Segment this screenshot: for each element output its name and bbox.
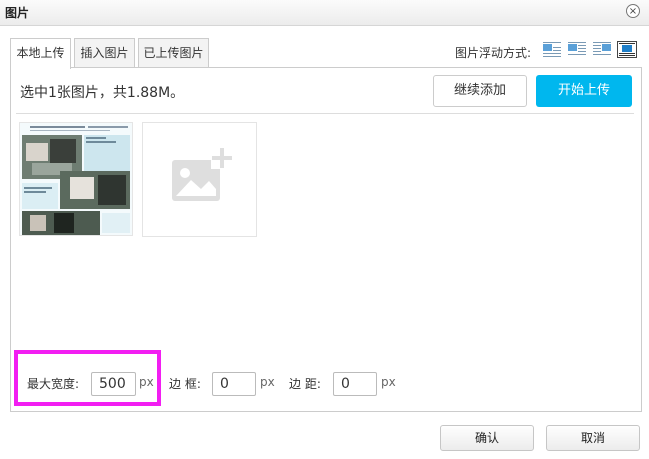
add-image-placeholder[interactable] bbox=[142, 122, 257, 237]
divider bbox=[16, 113, 634, 114]
border-unit: px bbox=[260, 375, 275, 389]
tab-local-upload[interactable]: 本地上传 bbox=[10, 38, 71, 69]
tab-uploaded-images[interactable]: 已上传图片 bbox=[138, 38, 209, 67]
margin-input[interactable] bbox=[333, 372, 377, 396]
float-none-icon[interactable] bbox=[542, 41, 562, 58]
max-width-input[interactable] bbox=[91, 372, 136, 396]
border-input[interactable] bbox=[212, 372, 256, 396]
dialog-title: 图片 bbox=[5, 6, 30, 20]
float-left-icon[interactable] bbox=[567, 41, 587, 58]
float-mode-label: 图片浮动方式: bbox=[455, 46, 532, 60]
selected-image-thumbnail[interactable] bbox=[19, 122, 133, 236]
border-label: 边 框: bbox=[169, 377, 201, 391]
continue-add-button[interactable]: 继续添加 bbox=[433, 75, 527, 107]
float-center-icon[interactable] bbox=[617, 41, 637, 58]
dialog-titlebar: 图片 × bbox=[0, 0, 649, 26]
close-icon[interactable]: × bbox=[626, 4, 640, 18]
add-image-icon bbox=[172, 147, 233, 201]
cancel-button[interactable]: 取消 bbox=[546, 425, 640, 451]
margin-unit: px bbox=[381, 375, 396, 389]
upload-status-text: 选中1张图片，共1.88M。 bbox=[20, 85, 185, 101]
confirm-button[interactable]: 确认 bbox=[440, 425, 534, 451]
float-right-icon[interactable] bbox=[592, 41, 612, 58]
max-width-label: 最大宽度: bbox=[27, 377, 80, 391]
tab-insert-image[interactable]: 插入图片 bbox=[74, 38, 135, 67]
max-width-unit: px bbox=[139, 375, 154, 389]
margin-label: 边 距: bbox=[289, 377, 321, 391]
start-upload-button[interactable]: 开始上传 bbox=[536, 75, 632, 107]
upload-panel bbox=[10, 67, 642, 412]
